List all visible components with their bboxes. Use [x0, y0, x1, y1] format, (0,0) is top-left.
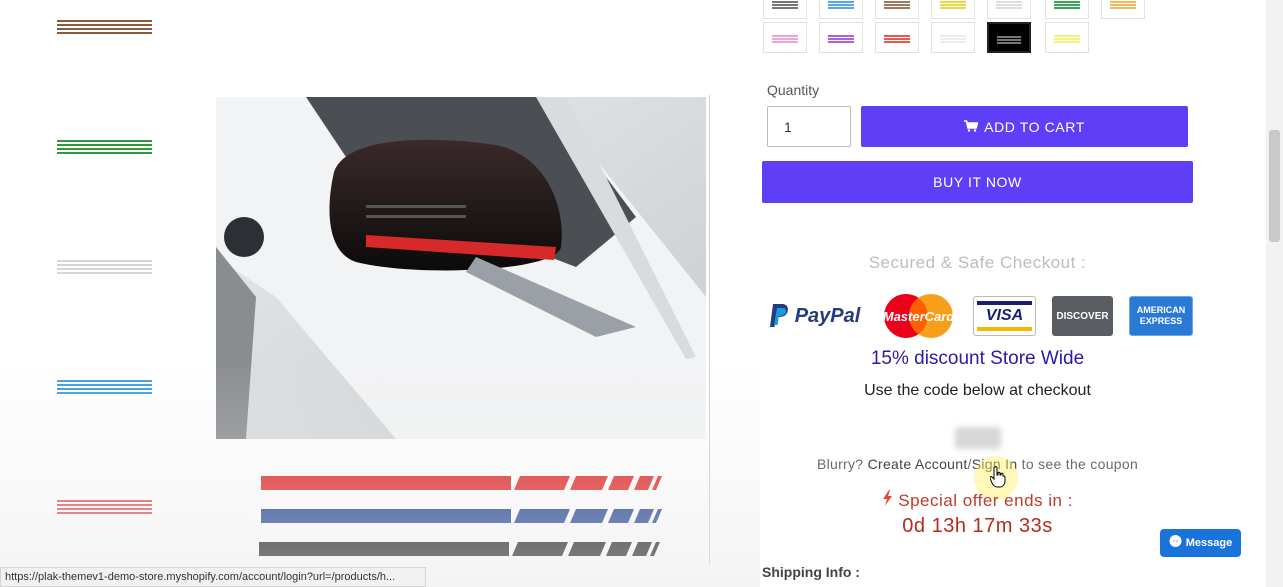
use-code-text: Use the code below at checkout	[864, 382, 1091, 399]
swatch-blue[interactable]	[819, 0, 863, 19]
thumbnail-brown[interactable]	[57, 20, 152, 42]
swatch-green[interactable]	[1045, 0, 1089, 19]
visa-text: VISA	[985, 307, 1024, 324]
buy-it-now-button[interactable]: BUY IT NOW	[762, 161, 1193, 203]
add-to-cart-label: ADD TO CART	[984, 118, 1085, 135]
amex-text: AMERICAN EXPRESS	[1136, 305, 1186, 326]
thumbnail-green[interactable]	[57, 140, 152, 162]
swatch-red[interactable]	[875, 22, 919, 53]
discover-logo: DISCOVER	[1052, 296, 1113, 336]
swatch-yellow[interactable]	[931, 0, 975, 19]
gallery-divider	[709, 95, 710, 565]
messenger-chat-button[interactable]: Message	[1160, 529, 1241, 557]
special-offer-label: Special offer ends in :	[898, 491, 1073, 510]
paypal-logo: PayPal	[762, 296, 867, 336]
blurry-suffix: to see the coupon	[1021, 456, 1139, 472]
shipping-info-heading: Shipping Info :	[762, 564, 860, 580]
swatch-white[interactable]	[987, 0, 1031, 19]
lightning-icon	[882, 490, 898, 510]
quantity-label: Quantity	[767, 82, 820, 98]
swatch-lime[interactable]	[1045, 22, 1089, 53]
blurry-prefix: Blurry?	[816, 456, 864, 472]
special-offer-text: Special offer ends in :	[762, 490, 1193, 511]
thumbnail-blue[interactable]	[57, 380, 152, 402]
thumbnail-red[interactable]	[57, 500, 152, 522]
add-to-cart-button[interactable]: ADD TO CART	[861, 106, 1188, 147]
scrollbar-thumb[interactable]	[1269, 130, 1280, 242]
countdown-timer: 0d 13h 17m 33s	[902, 515, 1053, 537]
page-scrollbar[interactable]	[1266, 0, 1283, 587]
messenger-icon	[1169, 535, 1182, 551]
swatch-black[interactable]	[987, 22, 1031, 53]
paypal-text: PayPal	[794, 304, 861, 327]
swatch-silver[interactable]	[931, 22, 975, 53]
blurred-coupon-code	[955, 427, 1001, 449]
discount-banner: 15% discount Store Wide	[870, 348, 1085, 369]
swatch-orange[interactable]	[1101, 0, 1145, 19]
visa-logo: VISA	[973, 296, 1036, 336]
swatch-pink[interactable]	[763, 22, 807, 53]
mastercard-text: MasterCard	[882, 308, 955, 324]
swatch-purple[interactable]	[819, 22, 863, 53]
quantity-input[interactable]	[767, 106, 851, 147]
create-account-link[interactable]: Create Account	[868, 456, 968, 472]
hand-cursor-icon	[990, 466, 1006, 488]
swatch-gray[interactable]	[763, 0, 807, 19]
cart-icon	[964, 119, 979, 135]
secure-checkout-title: Secured & Safe Checkout :	[868, 253, 1087, 272]
swatch-brown[interactable]	[875, 0, 919, 19]
product-main-image[interactable]	[216, 97, 706, 439]
buy-it-now-label: BUY IT NOW	[933, 174, 1022, 190]
amex-logo: AMERICAN EXPRESS	[1129, 296, 1193, 336]
thumbnail-white[interactable]	[57, 260, 152, 282]
mastercard-logo: MasterCard	[881, 294, 956, 338]
discover-text: DISCOVER	[1056, 310, 1109, 322]
message-label: Message	[1185, 537, 1233, 549]
browser-status-url: https://plak-themev1-demo-store.myshopif…	[0, 567, 426, 587]
